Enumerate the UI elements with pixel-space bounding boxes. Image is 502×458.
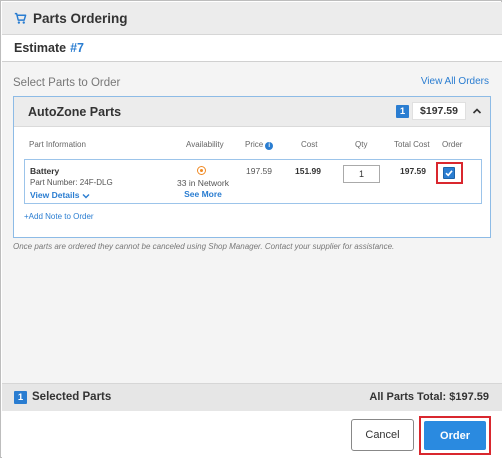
col-price-label: Price [245, 140, 264, 149]
dialog-body: Select Parts to Order View All Orders Au… [2, 62, 502, 383]
cancel-disclaimer: Once parts are ordered they cannot be ca… [13, 242, 395, 251]
col-availability: Availability [186, 140, 224, 149]
col-qty: Qty [355, 140, 368, 149]
view-all-orders-link[interactable]: View All Orders [421, 76, 489, 87]
part-number: Part Number: 24F-DLG [30, 178, 113, 187]
order-checkbox[interactable] [443, 167, 455, 179]
supplier-total: $197.59 [412, 102, 466, 120]
dialog-titlebar: Parts Ordering [2, 2, 502, 35]
part-total-cost: 197.59 [400, 166, 426, 176]
supplier-panel-header[interactable]: AutoZone Parts 1 $197.59 [14, 97, 490, 127]
col-order: Order [442, 140, 463, 149]
part-cost: 151.99 [295, 166, 321, 176]
estimate-header: Estimate #7 [2, 35, 502, 62]
col-price: Price i [245, 140, 274, 150]
order-button[interactable]: Order [424, 421, 486, 450]
supplier-count-badge: 1 [396, 105, 409, 118]
part-row: Battery Part Number: 24F-DLG View Detail… [24, 159, 482, 204]
selection-summary: 1 Selected Parts All Parts Total: $197.5… [2, 383, 502, 411]
quantity-input[interactable] [343, 165, 380, 183]
add-note-link[interactable]: +Add Note to Order [24, 212, 94, 221]
supplier-name: AutoZone Parts [28, 105, 122, 119]
dialog-footer: Cancel Order [2, 411, 502, 458]
supplier-panel: AutoZone Parts 1 $197.59 Part Informatio… [13, 96, 491, 238]
col-part-information: Part Information [29, 140, 86, 149]
selected-count-badge: 1 [14, 391, 27, 404]
network-availability: 33 in Network [177, 178, 229, 188]
see-more-link[interactable]: See More [165, 189, 241, 199]
selected-parts-label: Selected Parts [32, 391, 112, 403]
order-button-highlight: Order [419, 416, 491, 455]
part-name: Battery [30, 166, 60, 176]
check-icon [445, 170, 453, 177]
estimate-label: Estimate [14, 41, 67, 55]
part-price: 197.59 [246, 166, 272, 176]
col-cost: Cost [301, 140, 318, 149]
order-checkbox-highlight [436, 162, 463, 184]
radio-dot-icon [197, 166, 206, 175]
select-parts-label: Select Parts to Order [13, 77, 121, 89]
cancel-button[interactable]: Cancel [351, 419, 414, 451]
parts-ordering-dialog: Parts Ordering Estimate #7 Select Parts … [0, 0, 502, 458]
chevron-up-icon[interactable] [472, 106, 482, 116]
dialog-title: Parts Ordering [33, 10, 128, 26]
view-details-link[interactable]: View Details [30, 190, 90, 200]
view-details-label: View Details [30, 190, 80, 200]
estimate-number-link[interactable]: #7 [70, 41, 84, 55]
col-total-cost: Total Cost [394, 140, 430, 149]
info-icon[interactable]: i [265, 142, 274, 150]
cart-icon [14, 12, 27, 24]
all-parts-total: All Parts Total: $197.59 [369, 391, 489, 403]
chevron-down-icon [82, 194, 90, 199]
